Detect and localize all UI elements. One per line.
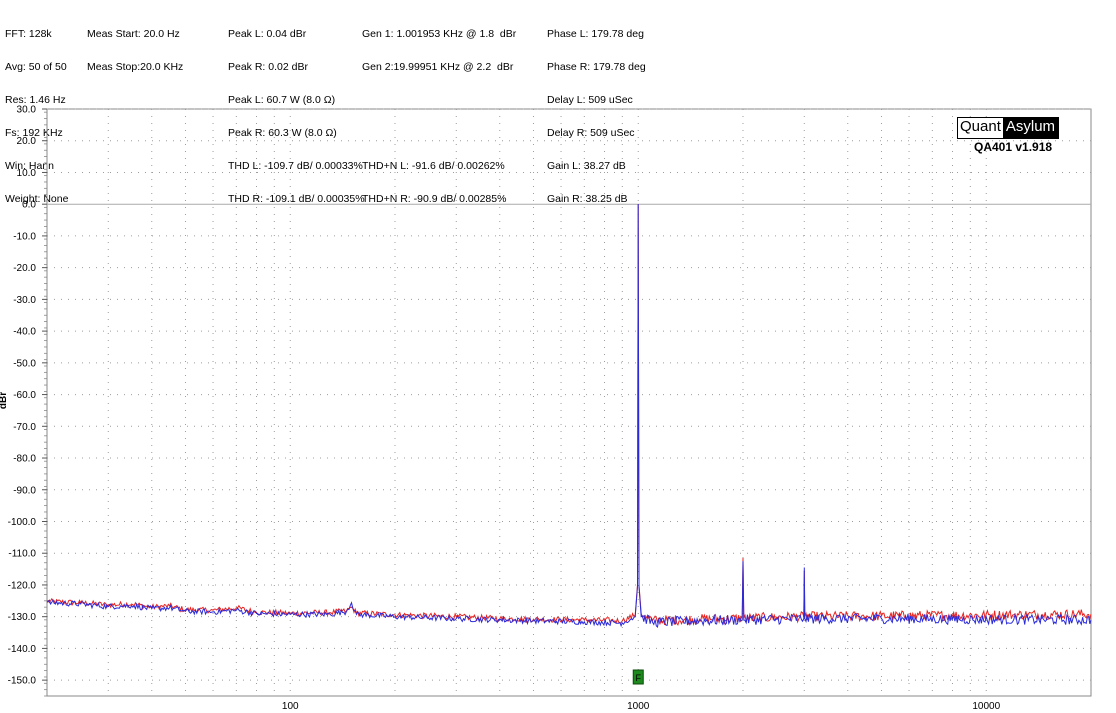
x-tick-label: 100 xyxy=(282,701,299,712)
y-tick-label: -70.0 xyxy=(13,422,36,433)
quantasylum-logo: Quant Asylum xyxy=(957,117,1060,139)
y-tick-label: 30.0 xyxy=(17,105,37,116)
y-tick-label: -150.0 xyxy=(8,676,37,687)
y-tick-label: -110.0 xyxy=(8,549,36,560)
y-tick-label: -140.0 xyxy=(8,644,37,655)
y-tick-label: -60.0 xyxy=(13,390,36,401)
y-tick-label: -100.0 xyxy=(8,517,37,528)
spectrum-plot[interactable]: 30.0 20.0 10.0 0.0 -10.0 -20.0 -30.0 -40.0 -50.0… xyxy=(0,0,1116,713)
version-label: QA401 v1.918 xyxy=(974,140,1053,154)
y-tick-label: -90.0 xyxy=(13,485,36,496)
logo-text-asylum: Asylum xyxy=(1002,118,1059,138)
y-tick-label: -30.0 xyxy=(13,295,36,306)
frequency-marker-label: F xyxy=(635,673,641,683)
y-tick-label: -50.0 xyxy=(13,358,36,369)
y-tick-label: -40.0 xyxy=(13,327,36,338)
y-tick-label: -10.0 xyxy=(13,231,36,242)
x-tick-label: 1000 xyxy=(627,701,650,712)
y-tick-label: 20.0 xyxy=(17,136,37,147)
x-tick-label: 10000 xyxy=(972,701,1000,712)
y-tick-label: 0.0 xyxy=(22,200,36,211)
y-tick-label: -120.0 xyxy=(8,580,37,591)
y-axis-label: dBr xyxy=(0,391,10,410)
logo-text-quant: Quant xyxy=(958,118,1003,138)
y-tick-label: 10.0 xyxy=(17,168,37,179)
series-line-right xyxy=(46,204,1092,628)
y-tick-label: -20.0 xyxy=(13,263,36,274)
y-tick-label: -130.0 xyxy=(8,612,37,623)
y-tick-label: -80.0 xyxy=(13,454,36,465)
series-line-left xyxy=(46,204,1092,627)
